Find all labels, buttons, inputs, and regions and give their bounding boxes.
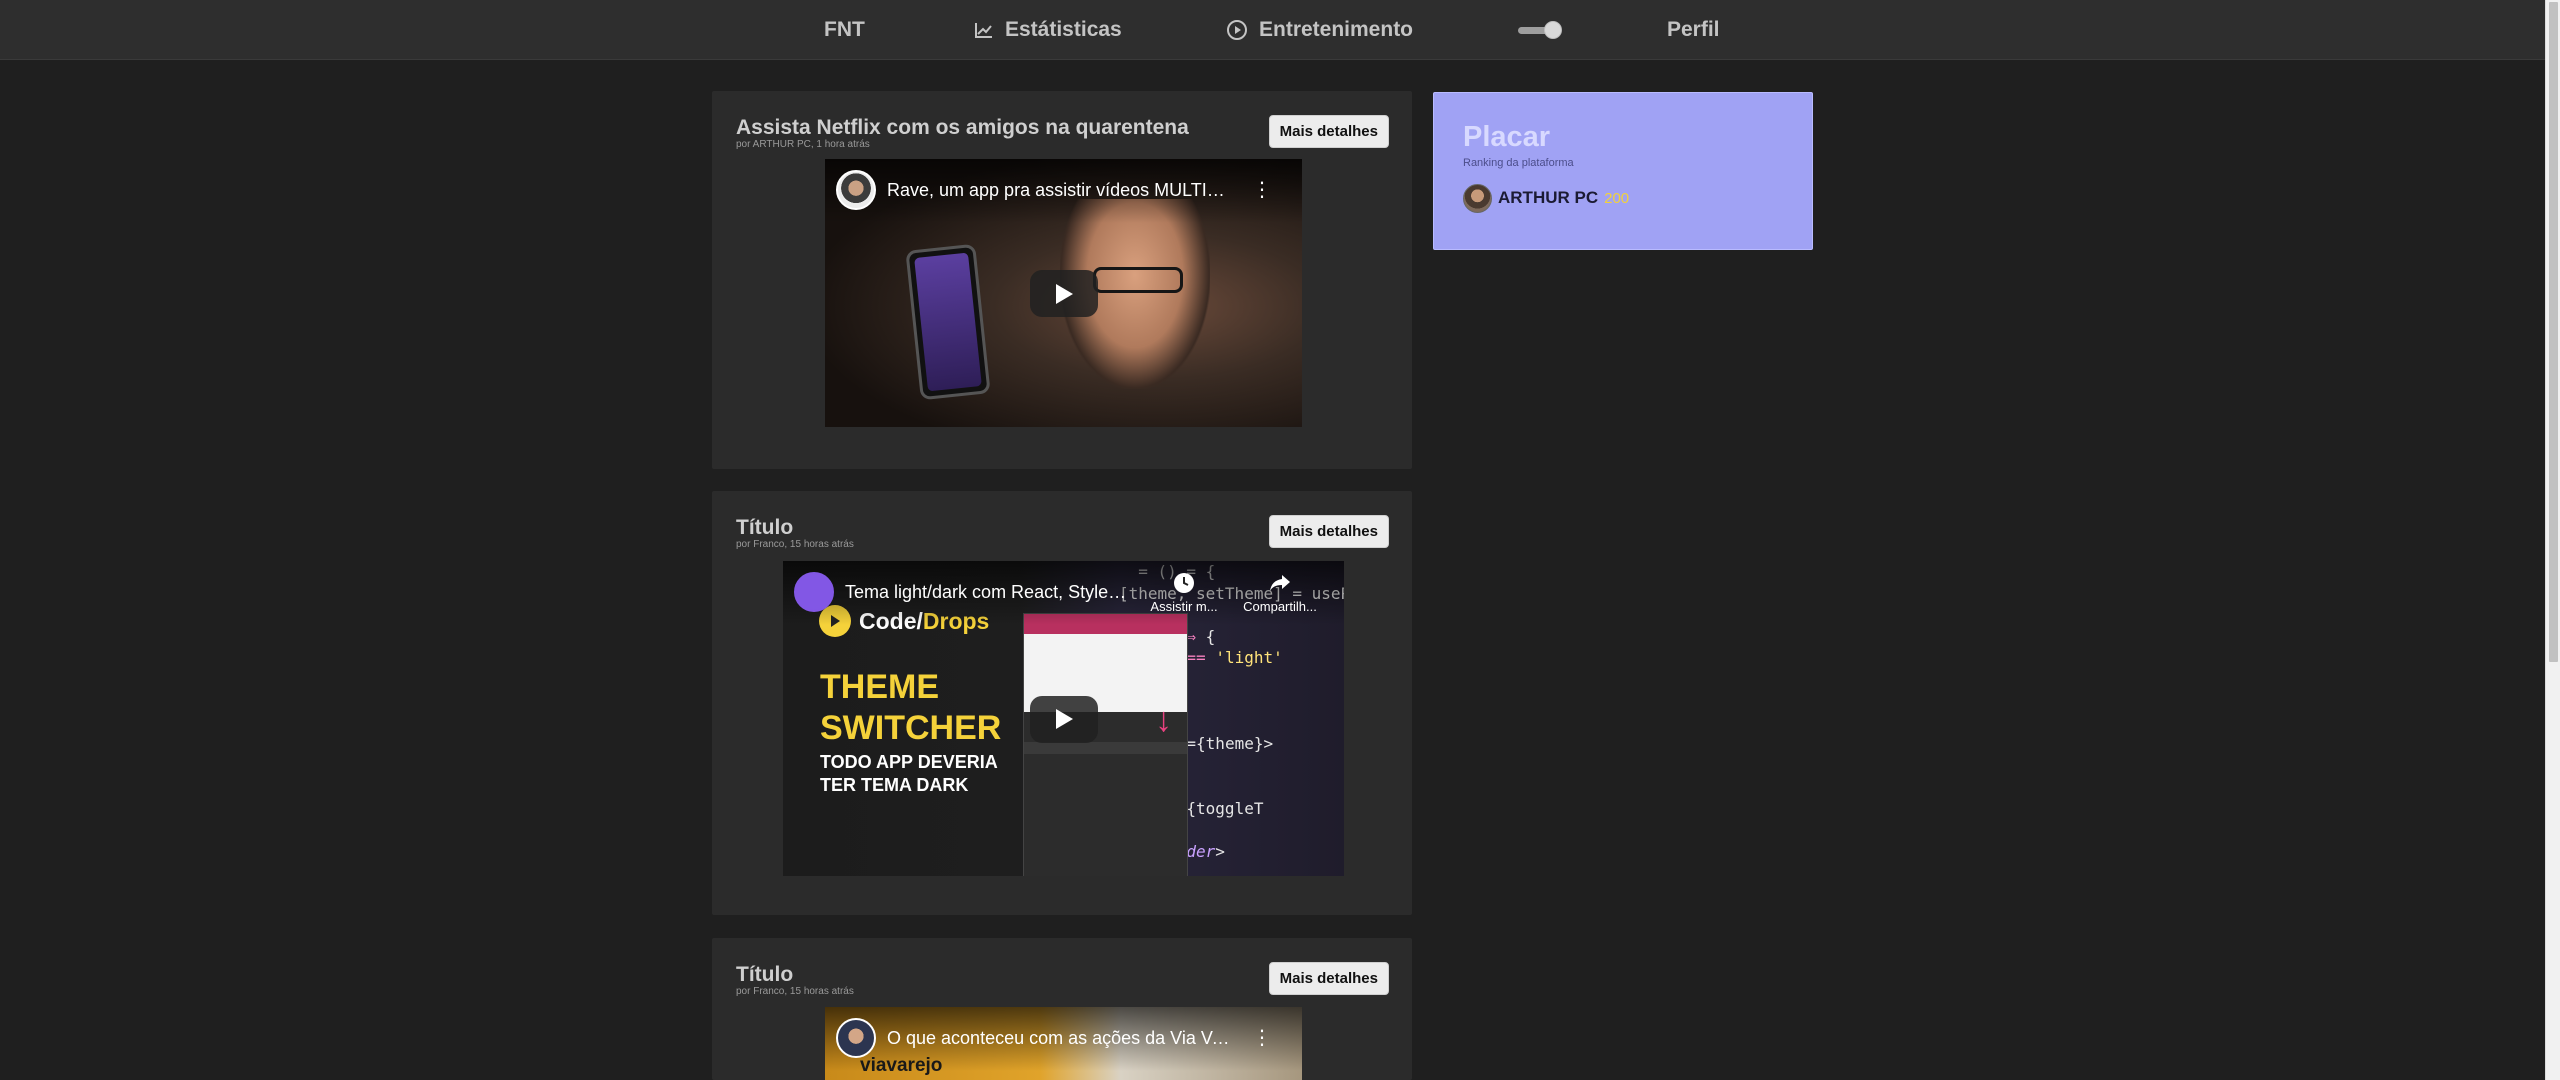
app-preview <box>1023 613 1188 876</box>
watch-later-button[interactable]: Assistir m... <box>1139 571 1229 614</box>
nav-profile-label: Perfil <box>1667 18 1720 41</box>
channel-avatar[interactable] <box>836 1018 876 1058</box>
toggle-knob <box>1544 21 1562 39</box>
page-scrollbar[interactable] <box>2545 0 2560 1080</box>
glasses-shape <box>1093 267 1183 293</box>
nav-stats[interactable]: Estátisticas <box>974 0 1122 60</box>
thumbnail-subheading: TODO APP DEVERIA TER TEMA DARK <box>820 752 998 795</box>
more-details-button[interactable]: Mais detalhes <box>1268 115 1389 148</box>
scoreboard-title: Placar <box>1463 121 1551 153</box>
nav-profile[interactable]: Perfil <box>1667 0 1720 60</box>
nav-stats-label: Estátisticas <box>1005 18 1122 41</box>
play-button[interactable] <box>1029 270 1098 317</box>
play-icon <box>1055 709 1073 729</box>
nav-entertainment-label: Entretenimento <box>1259 18 1414 41</box>
post-title: Assista Netflix com os amigos na quarent… <box>736 116 1189 139</box>
nav-brand-label: FNT <box>824 18 865 41</box>
video-header: Rave, um app pra assistir vídeos MULTIPL… <box>825 159 1302 223</box>
more-options-icon[interactable]: ⋮ <box>1252 1028 1272 1048</box>
play-icon <box>1055 283 1073 304</box>
video-title[interactable]: O que aconteceu com as ações da Via Vare… <box>887 1028 1232 1049</box>
avatar <box>1463 183 1492 213</box>
ranking-score: 200 <box>1604 189 1630 207</box>
post-title: Título <box>736 963 794 986</box>
post-meta: por Franco, 15 horas atrás <box>736 539 854 550</box>
video-embed[interactable]: Rave, um app pra assistir vídeos MULTIPL… <box>825 159 1302 427</box>
nav-entertainment[interactable]: Entretenimento <box>1226 0 1413 60</box>
share-button[interactable]: Compartilh... <box>1235 571 1325 614</box>
top-navbar: FNT Estátisticas Entretenimento Perfil <box>0 0 2545 60</box>
channel-avatar[interactable] <box>836 170 876 210</box>
more-details-button[interactable]: Mais detalhes <box>1268 515 1389 548</box>
thumbnail-heading: THEME SWITCHER <box>820 668 1002 747</box>
post-meta: por ARTHUR PC, 1 hora atrás <box>736 139 870 150</box>
clock-icon <box>1174 573 1194 593</box>
scoreboard-subtitle: Ranking da plataforma <box>1463 157 1574 169</box>
video-embed[interactable]: = () = { [theme, setTheme] = usePeris = … <box>783 561 1344 876</box>
more-options-icon[interactable]: ⋮ <box>1252 180 1272 200</box>
ranking-user-name: ARTHUR PC <box>1498 188 1599 207</box>
arrow-down-icon: ↓ <box>1155 701 1172 739</box>
video-header: O que aconteceu com as ações da Via Vare… <box>825 1007 1302 1071</box>
share-icon <box>1270 575 1290 591</box>
post-card: Título por Franco, 15 horas atrás Mais d… <box>712 491 1412 915</box>
channel-avatar[interactable] <box>794 572 834 612</box>
theme-toggle-switch[interactable] <box>1516 21 1562 39</box>
video-header: Tema light/dark com React, Styled-compon… <box>783 561 1344 625</box>
play-button[interactable] <box>1029 695 1098 743</box>
video-title[interactable]: Rave, um app pra assistir vídeos MULTIPL… <box>887 180 1232 201</box>
post-meta: por Franco, 15 horas atrás <box>736 986 854 997</box>
post-card: Título por Franco, 15 horas atrás Mais d… <box>712 938 1412 1080</box>
post-title: Título <box>736 516 794 539</box>
more-details-button[interactable]: Mais detalhes <box>1268 962 1389 995</box>
nav-brand[interactable]: FNT <box>824 0 865 60</box>
video-embed[interactable]: viavarejo O que aconteceu com as ações d… <box>825 1007 1302 1080</box>
play-circle-icon <box>1227 20 1247 40</box>
video-title[interactable]: Tema light/dark com React, Styled-compon… <box>845 582 1135 603</box>
scoreboard-panel: Placar Ranking da plataforma ARTHUR PC 2… <box>1433 92 1813 250</box>
chart-line-icon <box>975 23 992 38</box>
scrollbar-thumb[interactable] <box>2549 2 2558 662</box>
ranking-entry[interactable]: ARTHUR PC 200 <box>1463 182 1629 214</box>
post-card: Assista Netflix com os amigos na quarent… <box>712 91 1412 469</box>
